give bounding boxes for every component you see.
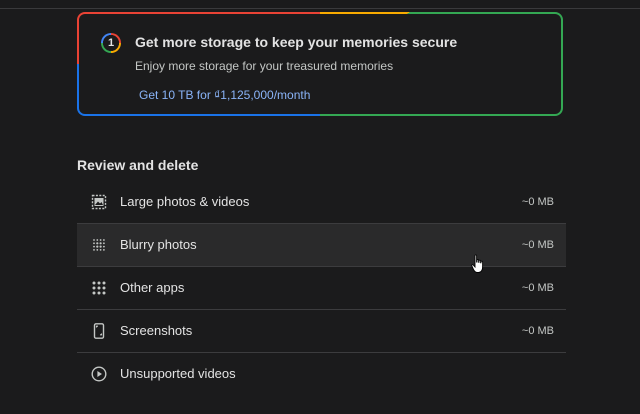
google-one-icon-label: 1 (107, 37, 115, 49)
review-item-label: Large photos & videos (120, 194, 250, 209)
review-item-size: ~0 MB (521, 325, 554, 337)
review-item-size: ~0 MB (521, 196, 554, 208)
large-photo-icon (91, 194, 107, 210)
review-list: Large photos & videos ~0 MB Blurry photo… (77, 181, 566, 396)
review-item-label: Blurry photos (120, 237, 197, 252)
promo-subtitle: Enjoy more storage for your treasured me… (135, 59, 394, 73)
review-item-other-apps[interactable]: Other apps ~0 MB (77, 267, 566, 310)
review-item-size: ~0 MB (521, 282, 554, 294)
review-item-label: Unsupported videos (120, 366, 236, 381)
storage-promo-card: 1 Get more storage to keep your memories… (77, 12, 563, 116)
review-item-unsupported-videos[interactable]: Unsupported videos (77, 353, 566, 396)
review-item-screenshots[interactable]: Screenshots ~0 MB (77, 310, 566, 353)
review-section-title: Review and delete (77, 157, 199, 173)
top-divider (0, 8, 640, 9)
play-circle-icon (91, 366, 107, 382)
promo-title: Get more storage to keep your memories s… (135, 34, 458, 50)
review-item-blurry-photos[interactable]: Blurry photos ~0 MB (77, 224, 566, 267)
review-item-size: ~0 MB (521, 239, 554, 251)
apps-grid-icon (92, 281, 106, 295)
google-one-icon: 1 (101, 33, 121, 53)
blurry-photo-icon (93, 239, 105, 251)
phone-screenshot-icon (93, 323, 105, 339)
get-storage-link[interactable]: Get 10 TB for ₫1,125,000/month (139, 88, 310, 102)
hand-cursor-icon (471, 254, 484, 273)
review-item-label: Screenshots (120, 323, 193, 338)
review-item-label: Other apps (120, 280, 185, 295)
review-item-large-photos[interactable]: Large photos & videos ~0 MB (77, 181, 566, 224)
